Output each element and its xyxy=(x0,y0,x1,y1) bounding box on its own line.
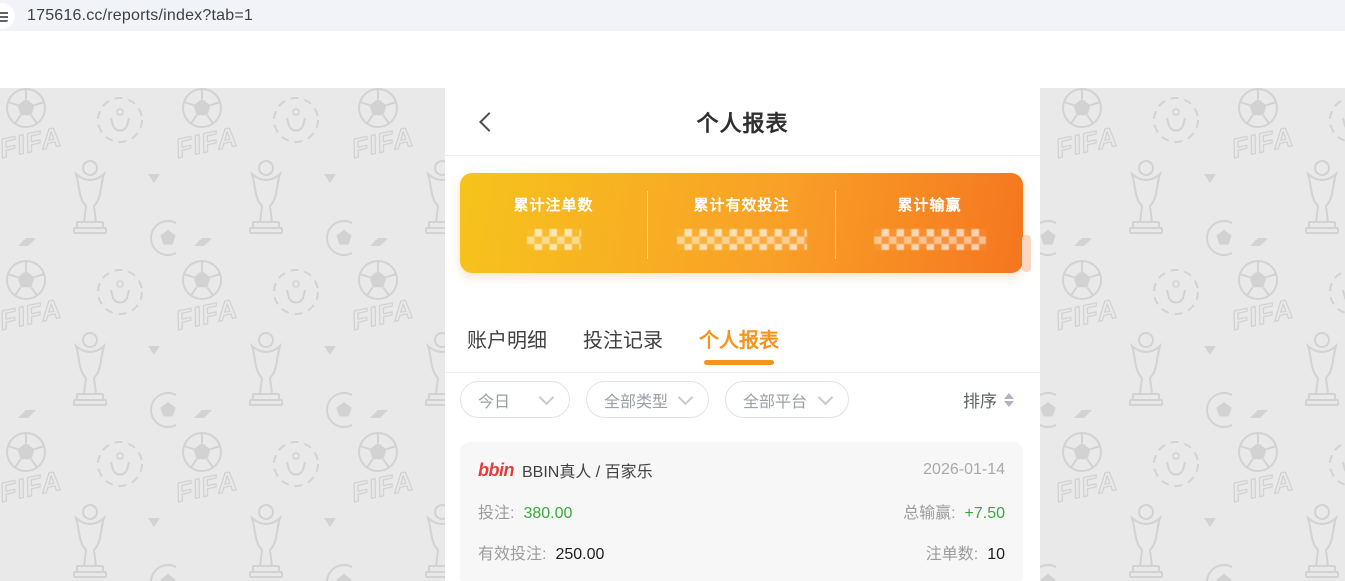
panel-header: 个人报表 xyxy=(445,88,1040,156)
carousel-next-card-peek[interactable] xyxy=(1022,235,1031,272)
date-filter-dropdown[interactable]: 今日 xyxy=(460,381,570,418)
bet-count-label: 注单数: xyxy=(926,540,978,564)
record-row: 投注: 380.00 总输赢: +7.50 xyxy=(478,499,1005,523)
winloss-label: 总输赢: xyxy=(903,499,955,523)
report-record-card[interactable]: bbin BBIN真人 / 百家乐 2026-01-14 投注: 380.00 … xyxy=(460,442,1023,581)
sort-down-arrow xyxy=(1004,401,1014,407)
winloss-value: +7.50 xyxy=(965,505,1005,523)
site-info-icon[interactable] xyxy=(0,3,15,29)
stats-section: 累计注单数 累计有效投注 累计输赢 xyxy=(445,173,1040,273)
date-filter-value: 今日 xyxy=(478,388,510,412)
platform-filter-value: 全部平台 xyxy=(743,388,807,412)
chevron-down-icon xyxy=(678,390,694,406)
page-title: 个人报表 xyxy=(696,106,788,138)
bet-count: 注单数: 10 xyxy=(926,540,1005,564)
tab-bet-records[interactable]: 投注记录 xyxy=(583,309,663,372)
stat-label: 累计有效投注 xyxy=(693,194,789,215)
sort-up-arrow xyxy=(1004,393,1014,399)
report-panel: 个人报表 累计注单数 累计有效投注 累计输赢 xyxy=(445,88,1040,581)
filter-bar: 今日 全部类型 全部平台 排序 xyxy=(445,381,1040,418)
stat-label: 累计注单数 xyxy=(513,194,593,215)
site-info-glyph xyxy=(0,11,8,22)
bbin-logo: bbin xyxy=(478,460,514,481)
platform-filter-dropdown[interactable]: 全部平台 xyxy=(725,381,849,418)
chevron-down-icon xyxy=(818,390,834,406)
record-header: bbin BBIN真人 / 百家乐 2026-01-14 xyxy=(478,458,1005,482)
bet-value: 380.00 xyxy=(523,505,572,523)
browser-url-bar[interactable]: 175616.cc/reports/index?tab=1 xyxy=(0,0,1345,31)
bet-count-value: 10 xyxy=(987,546,1005,564)
valid-bet-amount: 有效投注: 250.00 xyxy=(478,540,604,564)
record-row: 有效投注: 250.00 注单数: 10 xyxy=(478,540,1005,564)
stat-value-redacted xyxy=(527,229,581,250)
stat-label: 累计输赢 xyxy=(897,194,961,215)
sort-label: 排序 xyxy=(963,387,997,412)
tab-bar: 账户明细 投注记录 个人报表 xyxy=(445,309,1040,373)
record-provider: BBIN真人 / 百家乐 xyxy=(522,458,653,482)
total-winloss: 总输赢: +7.50 xyxy=(903,499,1005,523)
bet-amount: 投注: 380.00 xyxy=(478,499,572,523)
chevron-left-icon xyxy=(479,112,499,132)
stat-value-redacted xyxy=(677,229,807,250)
browser-toolbar-spacer xyxy=(0,31,1345,88)
valid-bet-value: 250.00 xyxy=(555,546,604,564)
stat-total-valid-bet: 累计有效投注 xyxy=(648,173,835,273)
back-button[interactable] xyxy=(473,109,499,135)
chevron-down-icon xyxy=(539,390,555,406)
tab-personal-report[interactable]: 个人报表 xyxy=(699,309,779,372)
tab-account-details[interactable]: 账户明细 xyxy=(467,309,547,372)
type-filter-dropdown[interactable]: 全部类型 xyxy=(586,381,709,418)
stat-total-bet-count: 累计注单数 xyxy=(460,173,647,273)
stat-value-redacted xyxy=(874,229,986,250)
stats-summary-card[interactable]: 累计注单数 累计有效投注 累计输赢 xyxy=(460,173,1023,273)
record-date: 2026-01-14 xyxy=(923,461,1005,479)
bet-label: 投注: xyxy=(478,499,514,523)
type-filter-value: 全部类型 xyxy=(604,388,668,412)
valid-bet-label: 有效投注: xyxy=(478,540,546,564)
sort-arrows-icon xyxy=(1004,393,1014,407)
page-background: FIFA xyxy=(0,88,1345,581)
stat-total-winloss: 累计输赢 xyxy=(836,173,1023,273)
url-text[interactable]: 175616.cc/reports/index?tab=1 xyxy=(27,7,253,25)
sort-button[interactable]: 排序 xyxy=(963,387,1014,412)
